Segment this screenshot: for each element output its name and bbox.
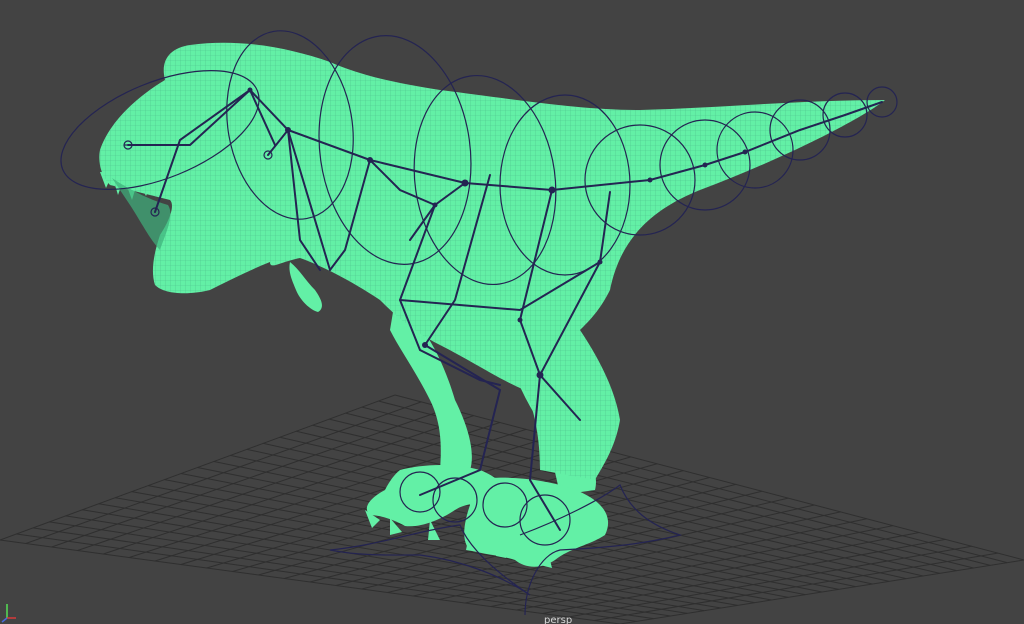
viewport-persp[interactable]: persp — [0, 0, 1024, 624]
joint[interactable] — [647, 177, 653, 183]
axis-gizmo — [1, 604, 16, 623]
camera-name-label: persp — [544, 615, 573, 624]
joint[interactable] — [285, 127, 291, 133]
joint[interactable] — [432, 202, 438, 208]
joint[interactable] — [548, 186, 556, 194]
joint[interactable] — [367, 157, 373, 163]
joint[interactable] — [517, 317, 523, 323]
grid-line — [619, 559, 1024, 624]
joint[interactable] — [702, 162, 708, 168]
grid-line — [542, 538, 946, 614]
joint[interactable] — [461, 179, 469, 187]
joint[interactable] — [247, 87, 253, 93]
joint[interactable] — [422, 342, 428, 348]
arm-mesh[interactable] — [289, 262, 322, 312]
joint[interactable] — [597, 259, 603, 265]
grid-line — [568, 545, 972, 618]
joint[interactable] — [536, 371, 544, 379]
scene-canvas[interactable] — [0, 0, 1024, 624]
z-axis-indicator — [1, 617, 8, 623]
body-wireframe — [99, 42, 886, 480]
joint[interactable] — [742, 149, 748, 155]
